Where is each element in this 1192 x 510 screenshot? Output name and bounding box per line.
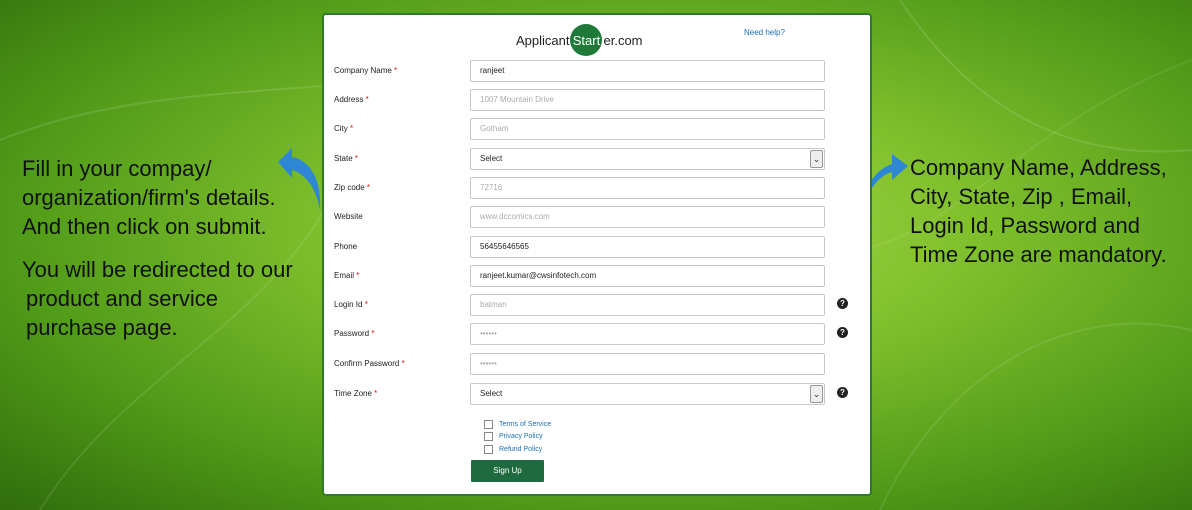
refund-row: Refund Policy	[484, 443, 551, 456]
zip-input[interactable]: 72716	[470, 177, 825, 199]
address-label: Address *	[334, 95, 369, 104]
state-label: State *	[334, 154, 359, 163]
website-input[interactable]: www.dccomics.com	[470, 206, 825, 228]
chevron-down-icon[interactable]: ⌄	[810, 385, 823, 403]
left-line-5: product and service	[26, 286, 218, 311]
zip-label: Zip code *	[334, 183, 371, 192]
left-line-4: You will be redirected to our	[22, 257, 293, 282]
left-line-6: purchase page.	[26, 315, 178, 340]
confirm-password-input[interactable]: ••••••	[470, 353, 825, 375]
terms-link[interactable]: Terms of Service	[499, 421, 551, 428]
website-label: Website	[334, 212, 363, 221]
sign-up-button[interactable]: Sign Up	[471, 460, 544, 482]
left-line-3: And then click on submit.	[22, 214, 267, 239]
logo-text-left: Applicant	[516, 32, 570, 48]
state-selected: Select	[480, 154, 503, 163]
city-label: City *	[334, 124, 354, 133]
left-line-1: Fill in your compay/	[22, 156, 212, 181]
zip-row: Zip code * 72716	[334, 177, 864, 206]
state-row: State * Select ⌄	[334, 148, 864, 177]
refund-checkbox[interactable]	[484, 444, 493, 454]
address-row: Address * 1007 Mountain Drive	[334, 89, 864, 118]
curved-arrow-icon	[278, 148, 321, 210]
password-label: Password *	[334, 329, 375, 338]
address-input[interactable]: 1007 Mountain Drive	[470, 89, 825, 111]
left-line-2: organization/firm's details.	[22, 185, 276, 210]
right-instructions: Company Name, Address, City, State, Zip …	[910, 153, 1190, 269]
confirm-password-label: Confirm Password *	[334, 359, 405, 368]
refund-link[interactable]: Refund Policy	[499, 446, 542, 453]
help-question-icon[interactable]: ?	[837, 327, 848, 338]
company-name-input[interactable]: ranjeet	[470, 60, 825, 82]
password-row: Password * •••••• ?	[334, 323, 864, 352]
website-row: Website www.dccomics.com	[334, 206, 864, 235]
login-id-label: Login Id *	[334, 300, 368, 309]
terms-checkbox[interactable]	[484, 419, 493, 429]
time-zone-selected: Select	[480, 389, 503, 398]
privacy-checkbox[interactable]	[484, 432, 493, 442]
phone-row: Phone 56455646565	[334, 236, 864, 265]
applicantstarter-logo: Applicant Start er.com	[516, 24, 643, 56]
policy-checkboxes: Terms of Service Privacy Policy Refund P…	[484, 418, 551, 456]
time-zone-row: Time Zone * Select ⌄ ?	[334, 383, 864, 412]
chevron-down-icon[interactable]: ⌄	[810, 150, 823, 168]
login-id-input[interactable]: batman	[470, 294, 825, 316]
phone-label: Phone	[334, 242, 358, 251]
phone-input[interactable]: 56455646565	[470, 236, 825, 258]
login-id-row: Login Id * batman ?	[334, 294, 864, 323]
help-question-icon[interactable]: ?	[837, 298, 848, 309]
terms-row: Terms of Service	[484, 418, 551, 431]
right-line-1: Company Name, Address,	[910, 155, 1167, 180]
right-line-3: Login Id, Password and	[910, 213, 1140, 238]
email-label: Email *	[334, 271, 360, 280]
help-question-icon[interactable]: ?	[837, 387, 848, 398]
time-zone-label: Time Zone *	[334, 389, 378, 398]
city-input[interactable]: Gotham	[470, 118, 825, 140]
logo-circle: Start	[570, 24, 603, 56]
time-zone-select[interactable]: Select ⌄	[470, 383, 825, 405]
right-line-4: Time Zone are mandatory.	[910, 242, 1167, 267]
signup-form-card: Applicant Start er.com Need help? Compan…	[322, 13, 872, 496]
state-select[interactable]: Select ⌄	[470, 148, 825, 170]
company-name-row: Company Name * ranjeet	[334, 60, 864, 89]
right-line-2: City, State, Zip , Email,	[910, 184, 1133, 209]
privacy-link[interactable]: Privacy Policy	[499, 433, 543, 440]
need-help-link[interactable]: Need help?	[744, 28, 785, 37]
privacy-row: Privacy Policy	[484, 431, 551, 444]
city-row: City * Gotham	[334, 118, 864, 147]
confirm-password-row: Confirm Password * ••••••	[334, 353, 864, 382]
email-row: Email * ranjeet.kumar@cwsinfotech.com	[334, 265, 864, 294]
email-input[interactable]: ranjeet.kumar@cwsinfotech.com	[470, 265, 825, 287]
company-name-label: Company Name *	[334, 66, 398, 75]
password-input[interactable]: ••••••	[470, 323, 825, 345]
logo-text-right: er.com	[603, 32, 643, 48]
